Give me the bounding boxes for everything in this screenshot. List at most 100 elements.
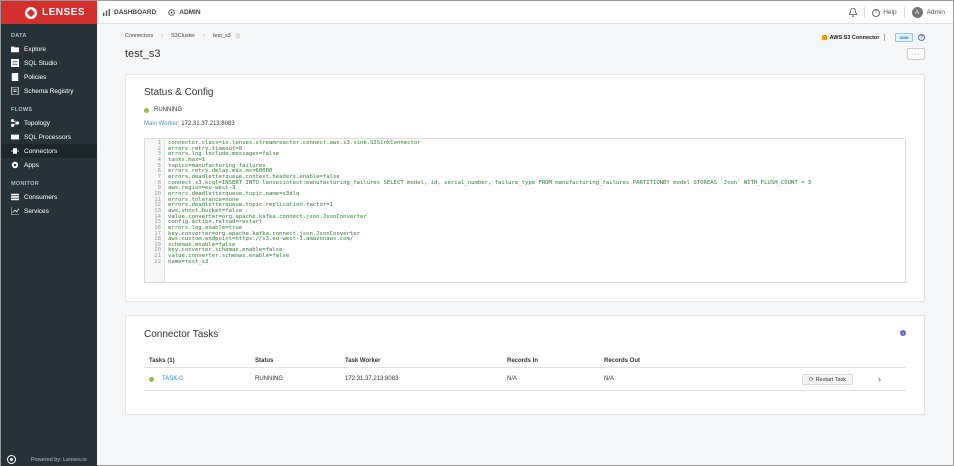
sidebar-item-policies[interactable]: Policies: [1, 70, 97, 84]
task-worker: 172.31.37.213:8083: [345, 376, 399, 382]
user-name[interactable]: Admin: [927, 9, 945, 16]
status-text: RUNNING: [154, 107, 182, 113]
logo[interactable]: LENSES: [1, 1, 97, 24]
topbar: DASHBOARD ADMIN ? Help A Admin: [97, 1, 953, 24]
separator: [903, 7, 905, 18]
connector-name: AWS S3 Connector: [829, 34, 880, 41]
sidebar-item-label: Topology: [24, 119, 51, 127]
records-out: N/A: [604, 376, 615, 382]
status-config-title: Status & Config: [144, 87, 214, 98]
sidebar-item-sql-studio[interactable]: SQL Studio: [1, 56, 97, 70]
line-numbers: 1 2 3 4 5 6 7 8 9 10 11 12 13 14 15 16 17 18 19 20 21 22: [145, 139, 165, 282]
sidebar-item-label: Apps: [24, 161, 39, 169]
sidebar-item-label: Consumers: [24, 193, 58, 201]
star-icon[interactable]: ☆: [235, 32, 241, 40]
separator: [864, 7, 866, 18]
brand-name: LENSES: [42, 7, 86, 18]
task-status: RUNNING: [255, 376, 283, 382]
aws-icon: [821, 35, 827, 40]
processor-icon: [11, 133, 19, 141]
sidebar-item-connectors[interactable]: Connectors: [1, 144, 97, 158]
more-options-button[interactable]: ···: [907, 48, 925, 60]
sidebar-item-explore[interactable]: Explore: [1, 42, 97, 56]
sidebar: LENSES DATA Explore SQL Studio Policies …: [1, 1, 97, 466]
status-config-card: Status & Config RUNNING Main Worker: 172…: [125, 74, 925, 302]
task-link[interactable]: TASK-0: [162, 376, 183, 382]
help-icon: ?: [872, 8, 881, 17]
sidebar-item-sql-processors[interactable]: SQL Processors: [1, 130, 97, 144]
col-records-out: Records Out: [604, 357, 641, 364]
admin-label: ADMIN: [179, 8, 201, 16]
chevron-right-icon: ›: [203, 33, 205, 39]
col-status: Status: [255, 357, 274, 364]
breadcrumb-cluster[interactable]: S3Cluster: [171, 33, 195, 39]
records-in: N/A: [507, 376, 518, 382]
admin-link[interactable]: ADMIN: [168, 8, 201, 16]
col-records-in: Records In: [507, 357, 539, 364]
sidebar-item-label: Services: [24, 207, 49, 215]
topology-icon: [11, 119, 19, 127]
tasks-title: Connector Tasks: [144, 329, 219, 340]
dashboard-link[interactable]: DASHBOARD: [103, 8, 157, 16]
config-line: connect.s3.kcql=INSERT INTO lensesiotest…: [168, 179, 812, 186]
bar-chart-icon: [103, 8, 110, 16]
sidebar-item-schema-registry[interactable]: Schema Registry: [1, 84, 97, 98]
sql-icon: [11, 59, 19, 67]
sidebar-item-consumers[interactable]: Consumers: [1, 190, 97, 204]
config-line: name=test_s3: [168, 258, 209, 265]
chevron-right-icon[interactable]: ›: [878, 368, 881, 390]
main-content: Connectors › S3Cluster › test_s3 ☆ test_…: [97, 24, 953, 465]
chevron-right-icon: ›: [161, 33, 163, 39]
bell-icon[interactable]: [849, 8, 858, 17]
main-worker: Main Worker: 172.31.37.213:8083: [144, 121, 235, 127]
col-tasks: Tasks (1): [149, 357, 175, 364]
config-editor[interactable]: 1 2 3 4 5 6 7 8 9 10 11 12 13 14 15 16 17 18 19 20 21 22 conn…: [144, 138, 906, 283]
lenses-small-icon: [7, 455, 16, 464]
worker-value: 172.31.37.213:8083: [181, 121, 235, 127]
status-dot: [144, 107, 149, 113]
powered-by: Powered by: Lenses.io: [7, 455, 97, 464]
help-icon[interactable]: ?: [900, 330, 906, 336]
gear-icon: [168, 8, 176, 16]
sidebar-item-label: Connectors: [24, 147, 58, 155]
separator: [884, 34, 886, 41]
sidebar-item-label: Schema Registry: [24, 87, 74, 95]
breadcrumb: Connectors › S3Cluster › test_s3 ☆: [125, 32, 241, 40]
sidebar-item-apps[interactable]: Apps: [1, 158, 97, 172]
sidebar-item-label: Explore: [24, 45, 47, 53]
help-link[interactable]: Help: [883, 9, 896, 16]
sidebar-item-topology[interactable]: Topology: [1, 116, 97, 130]
topbar-right: ? Help A Admin: [849, 1, 945, 24]
sidebar-item-services[interactable]: Services: [1, 204, 97, 218]
consumers-icon: [11, 193, 19, 201]
status-indicator: RUNNING: [144, 107, 182, 113]
powered-by-text: Powered by: Lenses.io: [31, 456, 87, 463]
worker-label: Main Worker:: [144, 121, 180, 127]
policy-icon: [11, 73, 19, 81]
info-icon[interactable]: ?: [918, 34, 925, 41]
sidebar-item-label: SQL Processors: [24, 133, 72, 141]
sidebar-item-label: Policies: [24, 73, 47, 81]
folder-icon: [11, 45, 19, 53]
sink-badge: SINK: [895, 33, 913, 42]
dashboard-label: DASHBOARD: [114, 8, 157, 16]
page-title: test_s3: [125, 48, 161, 60]
chart-icon: [11, 207, 19, 215]
breadcrumb-current: test_s3: [212, 33, 231, 39]
restart-task-button[interactable]: ⟳ Restart Task: [802, 374, 853, 385]
tasks-table-header: Tasks (1) Status Task Worker Records In …: [144, 354, 906, 368]
table-row: TASK-0 RUNNING 172.31.37.213:8083 N/A N/…: [144, 368, 906, 391]
schema-icon: [11, 87, 19, 95]
config-lines: connector.class=io.lenses.streamreactor.…: [165, 139, 811, 282]
restart-task-label: Restart Task: [815, 376, 847, 383]
connector-icon: [11, 147, 19, 155]
connector-tasks-card: Connector Tasks ? Tasks (1) Status Task …: [125, 315, 925, 415]
breadcrumb-connectors[interactable]: Connectors: [125, 33, 153, 39]
task-cell: TASK-0: [149, 368, 183, 390]
refresh-icon: ⟳: [808, 376, 814, 383]
lenses-logo-icon: [25, 6, 37, 19]
connector-info: AWS S3 Connector SINK ?: [821, 33, 925, 42]
status-dot: [149, 376, 154, 382]
line-number: 22: [154, 258, 161, 265]
avatar[interactable]: A: [911, 7, 923, 18]
